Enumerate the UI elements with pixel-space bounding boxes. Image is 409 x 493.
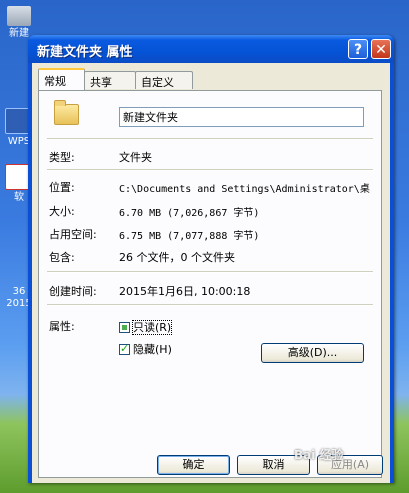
dialog-body: 常规 共享 自定义 类型: 文件夹 位置: C:\Documents and S…	[32, 63, 390, 483]
tab-general[interactable]: 常规	[38, 68, 85, 90]
size-value: 6.70 MB (7,026,867 字节)	[119, 208, 260, 219]
type-value: 文件夹	[119, 151, 152, 164]
readonly-label: 只读(R)	[131, 320, 173, 335]
desktop-icon-label: 新建	[9, 28, 29, 39]
attributes-label: 属性:	[49, 320, 75, 333]
location-label: 位置:	[49, 181, 75, 194]
desktop-icon-label: WPS	[7, 136, 31, 147]
title-bar[interactable]: 新建文件夹 属性 ? ✕	[28, 35, 394, 63]
type-label: 类型:	[49, 151, 75, 164]
folder-icon	[7, 6, 31, 26]
location-value: C:\Documents and Settings\Administrator\…	[119, 184, 370, 195]
watermark: Bai 经验	[294, 448, 344, 462]
readonly-checkbox[interactable]: 只读(R)	[119, 319, 173, 335]
checkbox-checked-icon	[119, 342, 130, 355]
size-label: 大小:	[49, 205, 75, 218]
checkbox-indeterminate-icon	[119, 321, 130, 333]
divider	[47, 169, 373, 171]
size-on-disk-value: 6.75 MB (7,077,888 字节)	[119, 231, 260, 242]
advanced-button[interactable]: 高级(D)...	[261, 343, 364, 363]
tab-customize[interactable]: 自定义	[135, 71, 193, 89]
size-on-disk-label: 占用空间:	[49, 228, 97, 241]
contains-label: 包含:	[49, 251, 75, 264]
ok-button[interactable]: 确定	[157, 455, 230, 475]
tab-sharing[interactable]: 共享	[84, 71, 136, 89]
created-label: 创建时间:	[49, 285, 97, 298]
divider	[47, 138, 373, 140]
help-button[interactable]: ?	[348, 39, 368, 59]
divider	[47, 271, 373, 273]
properties-window: 新建文件夹 属性 ? ✕ 常规 共享 自定义 类型: 文件夹 位置: C:\Do…	[28, 35, 394, 483]
folder-name-input[interactable]	[119, 107, 364, 127]
close-button[interactable]: ✕	[371, 39, 391, 59]
hidden-checkbox[interactable]: 隐藏(H)	[119, 341, 172, 356]
hidden-label: 隐藏(H)	[133, 343, 172, 356]
created-value: 2015年1月6日, 10:00:18	[119, 285, 251, 298]
general-panel: 类型: 文件夹 位置: C:\Documents and Settings\Ad…	[38, 90, 382, 478]
desktop-icon-label: 软	[14, 192, 24, 203]
contains-value: 26 个文件，0 个文件夹	[119, 251, 235, 264]
folder-icon	[54, 100, 79, 125]
divider	[47, 304, 373, 306]
window-title: 新建文件夹 属性	[37, 45, 133, 60]
